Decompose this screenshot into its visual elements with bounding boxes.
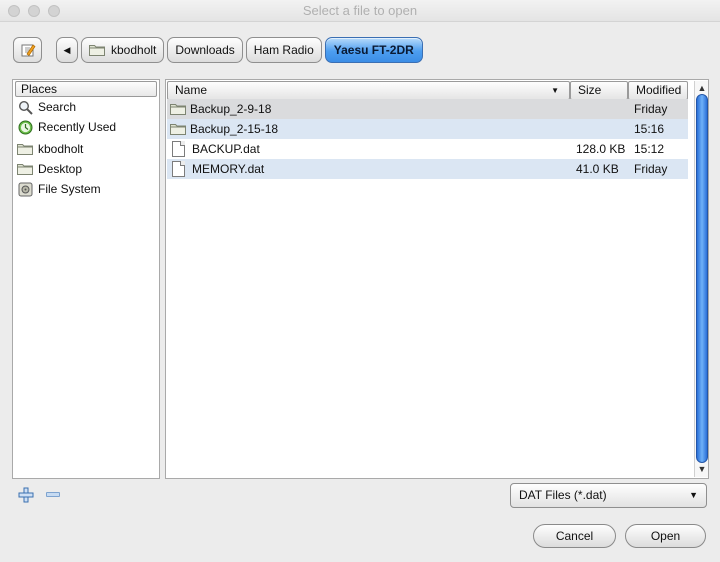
column-label: Name <box>175 83 208 97</box>
place-label: Recently Used <box>38 120 117 134</box>
breadcrumb-item-kbodholt[interactable]: kbodholt <box>81 37 165 63</box>
folder-icon <box>89 45 105 56</box>
file-modified: 15:16 <box>634 122 665 136</box>
remove-bookmark-button[interactable] <box>46 492 60 497</box>
breadcrumb: ◀ kbodholt Downloads Ham Radio Yaesu FT-… <box>56 37 423 63</box>
column-header-modified[interactable]: Modified <box>628 81 688 100</box>
table-row[interactable]: Backup_2-15-18 15:16 <box>167 119 688 139</box>
scroll-up-arrow-icon[interactable]: ▲ <box>696 82 708 94</box>
column-header-name[interactable]: Name ▼ <box>167 81 570 100</box>
title-bar: Select a file to open <box>0 0 720 22</box>
folder-icon <box>170 124 186 135</box>
folder-icon <box>170 104 186 115</box>
breadcrumb-item-ham-radio[interactable]: Ham Radio <box>245 37 322 63</box>
cancel-button[interactable]: Cancel <box>533 524 616 548</box>
file-name: MEMORY.dat <box>192 162 265 176</box>
dropdown-arrow-icon: ▼ <box>689 490 698 500</box>
place-label: Search <box>38 100 77 114</box>
scroll-thumb[interactable] <box>696 94 708 463</box>
places-panel: Places Search Recently Used kbodholt Des… <box>12 79 160 479</box>
file-name: BACKUP.dat <box>192 142 260 156</box>
chevron-left-icon: ◀ <box>63 44 71 55</box>
file-rows: Backup_2-9-18 Friday Backup_2-15-18 15:1… <box>167 99 688 179</box>
file-list: Name ▼ Size Modified Backup_2-9-18 Frida… <box>165 79 709 479</box>
file-size: 128.0 KB <box>576 142 626 156</box>
document-icon <box>172 161 185 177</box>
drive-icon <box>17 181 33 197</box>
place-label: Desktop <box>38 162 83 176</box>
document-icon <box>172 141 185 157</box>
folder-icon <box>17 141 33 157</box>
breadcrumb-label: Ham Radio <box>253 43 314 57</box>
places-header[interactable]: Places <box>15 81 157 97</box>
sort-descending-icon: ▼ <box>551 86 559 95</box>
breadcrumb-label: Downloads <box>175 43 235 57</box>
file-modified: Friday <box>634 102 668 116</box>
type-location-button[interactable] <box>13 37 42 63</box>
file-name: Backup_2-9-18 <box>190 102 272 116</box>
file-modified: Friday <box>634 162 668 176</box>
column-header-size[interactable]: Size <box>570 81 628 100</box>
file-size: 41.0 KB <box>576 162 619 176</box>
file-list-header: Name ▼ Size Modified <box>167 81 688 100</box>
vertical-scrollbar[interactable]: ▲ ▼ <box>694 81 708 477</box>
place-label: kbodholt <box>38 142 84 156</box>
scroll-down-arrow-icon[interactable]: ▼ <box>696 463 708 475</box>
breadcrumb-label: Yaesu FT-2DR <box>333 43 414 57</box>
file-modified: 15:12 <box>634 142 665 156</box>
add-bookmark-button[interactable] <box>18 487 34 503</box>
breadcrumb-item-yaesu-ft-2dr[interactable]: Yaesu FT-2DR <box>324 37 423 63</box>
place-item-search[interactable]: Search <box>13 97 159 117</box>
table-row[interactable]: MEMORY.dat 41.0 KB Friday <box>167 159 688 179</box>
column-label: Size <box>578 83 602 97</box>
place-item-kbodholt[interactable]: kbodholt <box>13 139 159 159</box>
pencil-icon <box>21 44 35 57</box>
open-button[interactable]: Open <box>625 524 706 548</box>
place-item-desktop[interactable]: Desktop <box>13 159 159 179</box>
magnifier-icon <box>17 99 33 115</box>
file-name: Backup_2-15-18 <box>190 122 279 136</box>
place-item-recently-used[interactable]: Recently Used <box>13 117 159 137</box>
breadcrumb-item-downloads[interactable]: Downloads <box>167 37 243 63</box>
place-label: File System <box>38 182 101 196</box>
breadcrumb-back-button[interactable]: ◀ <box>56 37 78 63</box>
folder-icon <box>17 161 33 177</box>
window-title: Select a file to open <box>302 3 418 18</box>
place-item-file-system[interactable]: File System <box>13 179 159 199</box>
breadcrumb-label: kbodholt <box>111 43 157 57</box>
table-row[interactable]: BACKUP.dat 128.0 KB 15:12 <box>167 139 688 159</box>
clock-icon <box>17 119 33 135</box>
plus-icon <box>18 487 34 503</box>
column-label: Modified <box>636 83 682 97</box>
file-type-filter-select[interactable]: DAT Files (*.dat) ▼ <box>510 483 707 508</box>
filter-selected-value: DAT Files (*.dat) <box>519 488 607 502</box>
table-row[interactable]: Backup_2-9-18 Friday <box>167 99 688 119</box>
